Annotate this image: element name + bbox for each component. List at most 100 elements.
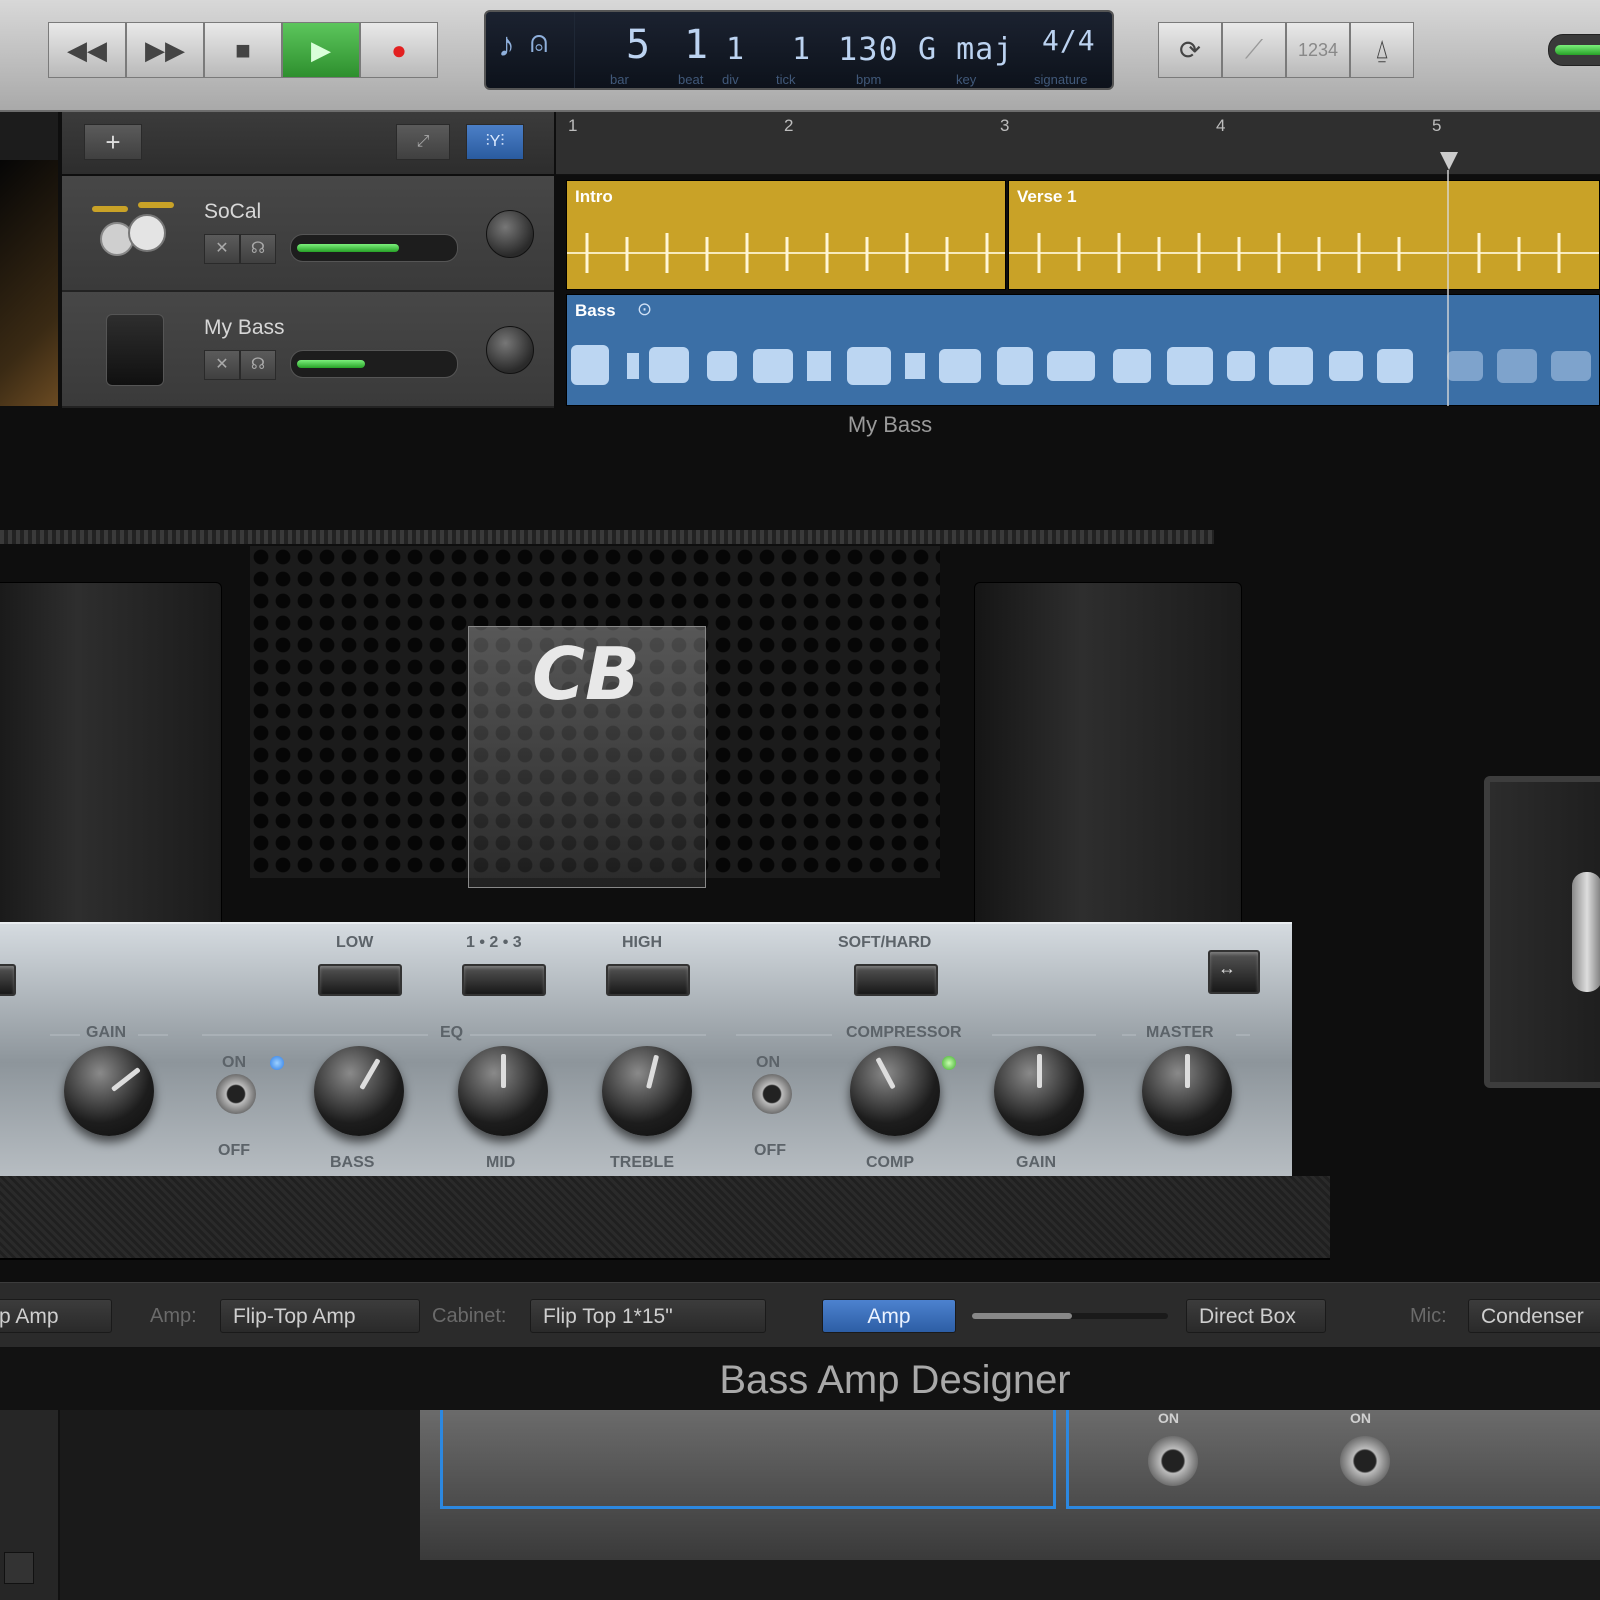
bass-waveform [571,345,1591,385]
lcd-tick-value: 1 [792,32,812,67]
mic-select[interactable]: Condenser [1468,1299,1600,1333]
comp-gain-knob-label: GAIN [1016,1154,1056,1171]
high-switch-label: HIGH [622,934,662,951]
lcd-signature-value[interactable]: 4/4 [1042,24,1096,57]
count-in-button[interactable]: 1234 [1286,22,1350,78]
model-select[interactable]: p Amp [0,1299,112,1333]
bright-switch[interactable] [0,964,16,996]
count-in-label: 1234 [1297,39,1339,60]
track-row-socal[interactable]: SoCal ✕ ☊ [62,176,554,292]
mid-knob[interactable] [458,1046,548,1136]
verse-waveform [1009,233,1599,273]
low-switch-label: LOW [336,934,374,951]
rewind-button[interactable]: ◀◀ [48,22,126,78]
pedal-switch-2[interactable] [1340,1436,1390,1486]
amp-mix-button[interactable]: Amp [822,1299,956,1333]
model-value: p Amp [0,1305,59,1328]
cabinet-thumbnail[interactable] [1484,776,1600,1088]
pedal-slot-left[interactable] [440,1410,1056,1509]
compressor-on-off-switch[interactable] [752,1074,792,1114]
mic-select-label: Mic: [1410,1305,1447,1327]
stop-button[interactable]: ■ [204,22,282,78]
bass-amp-icon [106,314,164,386]
softhard-switch[interactable] [854,964,938,996]
bass-knob[interactable] [314,1046,404,1136]
eq-on-off-switch[interactable] [216,1074,256,1114]
mute-icon: ✕ [215,356,229,373]
smart-controls-filter-button[interactable]: ⫶Y⫶ [466,124,524,160]
library-image [0,160,58,406]
headphones-button[interactable]: ☊ [240,234,276,264]
gain-section-label: GAIN [86,1024,126,1041]
fast-forward-button[interactable]: ▶▶ [126,22,204,78]
track-row-my-bass[interactable]: My Bass ✕ ☊ [62,292,554,408]
record-button[interactable]: ● [360,22,438,78]
direct-box-button[interactable]: Direct Box [1186,1299,1326,1333]
high-switch[interactable] [606,964,690,996]
master-knob[interactable] [1142,1046,1232,1136]
lcd-key-value[interactable]: G maj [918,32,1013,67]
ruler-bar-number: 2 [784,116,794,135]
amp-control-panel: LOW 1 • 2 • 3 HIGH SOFT/HARD ↔ GAIN EQ C… [0,922,1292,1178]
microphone-icon [1572,872,1600,992]
tuner-button[interactable]: ⟋ [1222,22,1286,78]
lcd-display[interactable]: ♪ ⍝ 5 bar 1 beat 1 div 1 tick 130 bpm G … [484,10,1114,90]
gain-knob[interactable] [64,1046,154,1136]
track-name[interactable]: SoCal [204,200,261,224]
volume-fader[interactable] [290,350,458,378]
eq-line-right [470,1034,706,1036]
master-volume-fill [1555,45,1600,55]
lcd-tempo-value[interactable]: 130 [838,30,899,68]
region-intro[interactable]: Intro [566,180,1006,290]
cycle-button[interactable]: ⟳ [1158,22,1222,78]
eq-line-left [202,1034,428,1036]
rewind-icon: ◀◀ [67,34,107,65]
pedal-switch-1[interactable] [1148,1436,1198,1486]
headphones-button[interactable]: ☊ [240,350,276,380]
knob-pointer [875,1057,896,1090]
pan-knob[interactable] [486,210,534,258]
ruler-bar-number: 1 [568,116,578,135]
library-button[interactable] [4,1552,34,1584]
comp-knob[interactable] [850,1046,940,1136]
panel-settings-button[interactable]: ↔ [1208,950,1260,994]
treble-knob[interactable] [602,1046,692,1136]
mid-knob-label: MID [486,1154,516,1171]
lcd-tick-label: tick [776,72,796,87]
lower-panel: ON ON [0,1410,1600,1600]
master-volume-slider[interactable] [1548,34,1600,66]
bass-knob-label: BASS [330,1154,375,1171]
lcd-mode-cell[interactable]: ♪ ⍝ [486,12,575,88]
play-button[interactable]: ▶ [282,22,360,78]
add-track-button[interactable]: + [84,124,142,160]
low-switch[interactable] [318,964,402,996]
pan-knob[interactable] [486,326,534,374]
amp-direct-balance-slider[interactable] [972,1313,1168,1319]
cabinet-select[interactable]: Flip Top 1*15" [530,1299,766,1333]
stop-icon: ■ [235,34,251,65]
range-switch[interactable] [462,964,546,996]
track-name[interactable]: My Bass [204,316,285,340]
left-cabinet-panel [0,582,222,932]
mute-button[interactable]: ✕ [204,234,240,264]
resize-button[interactable]: ⤢ [396,124,450,160]
mute-button[interactable]: ✕ [204,350,240,380]
volume-fader[interactable] [290,234,458,262]
intro-waveform [567,233,1005,273]
headphones-icon: ☊ [250,356,266,373]
timeline-ruler[interactable]: 1 2 3 4 5 [556,112,1600,175]
pedal-slot-right[interactable] [1066,1410,1600,1509]
region-bass[interactable]: Bass ⊙ [566,294,1600,406]
compressor-section-label: COMPRESSOR [846,1024,962,1041]
lcd-div-label: div [722,72,739,87]
comp-gain-knob[interactable] [994,1046,1084,1136]
right-cabinet-panel [974,582,1242,932]
eq-off-label: OFF [218,1142,250,1159]
comp-on-label: ON [756,1054,780,1071]
amp-base [0,1176,1330,1260]
knob-pointer [359,1058,381,1091]
metronome-icon: ⍙ [1374,34,1390,64]
metronome-button[interactable]: ⍙ [1350,22,1414,78]
region-verse-1[interactable]: Verse 1 [1008,180,1600,290]
amp-select[interactable]: Flip-Top Amp [220,1299,420,1333]
